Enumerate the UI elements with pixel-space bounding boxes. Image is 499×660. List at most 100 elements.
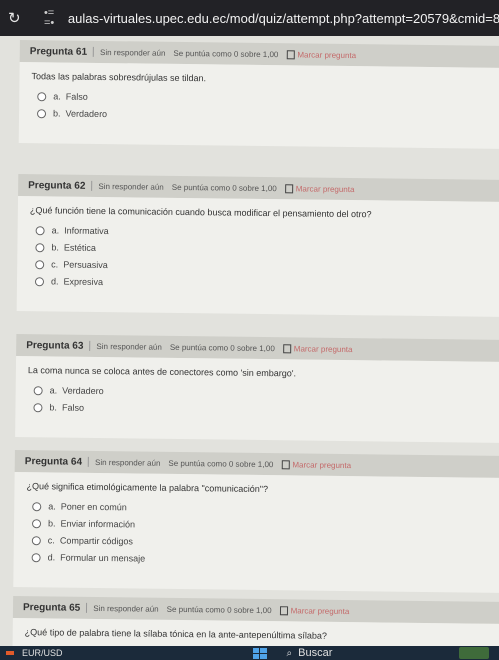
flag-icon[interactable] xyxy=(286,49,295,59)
flag-icon[interactable] xyxy=(279,605,288,615)
option-letter: b. xyxy=(49,402,58,413)
question-status: Sin responder aún xyxy=(93,603,159,614)
windows-start-icon[interactable] xyxy=(252,647,267,659)
option-letter: d. xyxy=(50,276,59,287)
question-grade: Se puntúa como 0 sobre 1,00 xyxy=(171,182,277,193)
answer-option-d[interactable]: d. Expresiva xyxy=(34,276,499,292)
radio-button[interactable] xyxy=(31,552,41,562)
option-letter: b. xyxy=(52,108,61,119)
weather-widget-icon[interactable] xyxy=(459,647,489,659)
option-letter: c. xyxy=(47,535,55,546)
question-62: Pregunta 62 Sin responder aún Se puntúa … xyxy=(16,173,499,318)
answer-option-b[interactable]: b. Falso xyxy=(33,402,499,418)
flag-question-link[interactable]: Marcar pregunta xyxy=(291,606,350,616)
reload-icon[interactable]: ↻ xyxy=(8,9,26,27)
question-63: Pregunta 63 Sin responder aún Se puntúa … xyxy=(15,333,499,444)
answer-option-c[interactable]: c. Compartir códigos xyxy=(31,535,499,551)
option-label: Falso xyxy=(65,91,88,102)
question-grade: Se puntúa como 0 sobre 1,00 xyxy=(169,342,275,353)
radio-button[interactable] xyxy=(35,225,45,235)
answer-option-b[interactable]: b. Verdadero xyxy=(37,108,499,124)
site-settings-icon[interactable]: •= =• xyxy=(44,8,64,29)
flag-question-link[interactable]: Marcar pregunta xyxy=(296,184,355,194)
option-label: Falso xyxy=(61,402,85,413)
option-label: Compartir códigos xyxy=(59,535,133,547)
separator xyxy=(86,602,88,613)
question-text: ¿Qué significa etimológicamente la palab… xyxy=(26,481,269,495)
separator xyxy=(91,180,93,191)
option-letter: a. xyxy=(51,225,60,236)
flag-icon[interactable] xyxy=(281,459,290,469)
question-grade: Se puntúa como 0 sobre 1,00 xyxy=(173,48,279,59)
answer-option-c[interactable]: c. Persuasiva xyxy=(35,259,499,275)
quiz-page: Pregunta 61 Sin responder aún Se puntúa … xyxy=(0,36,499,646)
answer-option-d[interactable]: d. Formular un mensaje xyxy=(31,552,499,568)
option-letter: a. xyxy=(53,91,61,102)
question-status: Sin responder aún xyxy=(98,181,164,192)
question-status: Sin responder aún xyxy=(94,457,161,468)
question-65: Pregunta 65 Sin responder aún Se puntúa … xyxy=(12,595,499,646)
question-text: ¿Qué función tiene la comunicación cuand… xyxy=(29,205,372,220)
option-letter: c. xyxy=(51,259,59,270)
option-label: Poner en común xyxy=(60,501,127,513)
radio-button[interactable] xyxy=(31,535,41,545)
question-status: Sin responder aún xyxy=(100,47,166,58)
flag-question-link[interactable]: Marcar pregunta xyxy=(292,460,351,470)
option-label: Estética xyxy=(63,242,97,253)
question-body: La coma nunca se coloca antes de conecto… xyxy=(15,355,499,444)
url-field[interactable]: aulas-virtuales.upec.edu.ec/mod/quiz/att… xyxy=(68,11,499,26)
radio-button[interactable] xyxy=(35,259,45,269)
radio-button[interactable] xyxy=(37,91,47,101)
radio-button[interactable] xyxy=(35,242,45,252)
option-label: Formular un mensaje xyxy=(60,552,146,564)
question-body: ¿Qué tipo de palabra tiene la sílaba tón… xyxy=(12,617,499,646)
question-status: Sin responder aún xyxy=(96,341,162,352)
question-number: Pregunta 63 xyxy=(26,339,84,352)
separator xyxy=(89,340,91,351)
answer-option-a[interactable]: a. Verdadero xyxy=(33,385,499,401)
question-number: Pregunta 61 xyxy=(29,45,88,58)
question-body: ¿Qué significa etimológicamente la palab… xyxy=(13,471,499,594)
radio-button[interactable] xyxy=(33,402,43,412)
radio-button[interactable] xyxy=(37,108,47,118)
browser-address-bar: ↻ •= =• aulas-virtuales.upec.edu.ec/mod/q… xyxy=(0,0,499,36)
radio-button[interactable] xyxy=(32,501,42,511)
question-61: Pregunta 61 Sin responder aún Se puntúa … xyxy=(18,39,499,150)
currency-widget[interactable]: EUR/USD xyxy=(22,648,63,658)
answer-option-a[interactable]: a. Informativa xyxy=(35,225,499,241)
option-letter: a. xyxy=(48,501,56,512)
option-letter: b. xyxy=(51,242,59,253)
question-number: Pregunta 62 xyxy=(28,179,86,192)
answer-option-a[interactable]: a. Poner en común xyxy=(32,501,499,517)
radio-button[interactable] xyxy=(33,385,43,395)
flag-question-link[interactable]: Marcar pregunta xyxy=(297,50,356,60)
answer-option-b[interactable]: b. Estética xyxy=(35,242,499,258)
option-label: Enviar información xyxy=(60,518,136,530)
flag-icon[interactable] xyxy=(282,343,291,353)
option-label: Informativa xyxy=(64,225,109,237)
answer-option-b[interactable]: b. Enviar información xyxy=(31,518,499,534)
search-icon[interactable]: ⌕ xyxy=(287,648,293,659)
option-label: Persuasiva xyxy=(63,259,108,271)
answer-option-a[interactable]: a. Falso xyxy=(37,91,499,107)
flag-question-link[interactable]: Marcar pregunta xyxy=(294,344,353,354)
question-text: La coma nunca se coloca antes de conecto… xyxy=(27,365,297,379)
option-label: Verdadero xyxy=(65,108,108,120)
radio-button[interactable] xyxy=(31,518,42,528)
question-body: Todas las palabras sobresdrújulas se til… xyxy=(18,61,499,150)
question-number: Pregunta 64 xyxy=(24,455,83,468)
separator xyxy=(93,46,95,57)
question-grade: Se puntúa como 0 sobre 1,00 xyxy=(166,604,272,615)
question-64: Pregunta 64 Sin responder aún Se puntúa … xyxy=(13,449,499,594)
separator xyxy=(87,456,90,467)
taskbar-search[interactable]: Buscar xyxy=(298,647,332,659)
option-letter: d. xyxy=(47,552,56,563)
flag-icon[interactable] xyxy=(284,183,293,193)
stock-trend-icon xyxy=(6,651,14,655)
question-text: ¿Qué tipo de palabra tiene la sílaba tón… xyxy=(24,627,327,641)
windows-taskbar: EUR/USD ⌕ Buscar xyxy=(0,646,499,660)
question-text: Todas las palabras sobresdrújulas se til… xyxy=(31,71,207,84)
radio-button[interactable] xyxy=(34,276,45,286)
option-letter: a. xyxy=(49,385,58,396)
option-letter: b. xyxy=(47,518,56,529)
